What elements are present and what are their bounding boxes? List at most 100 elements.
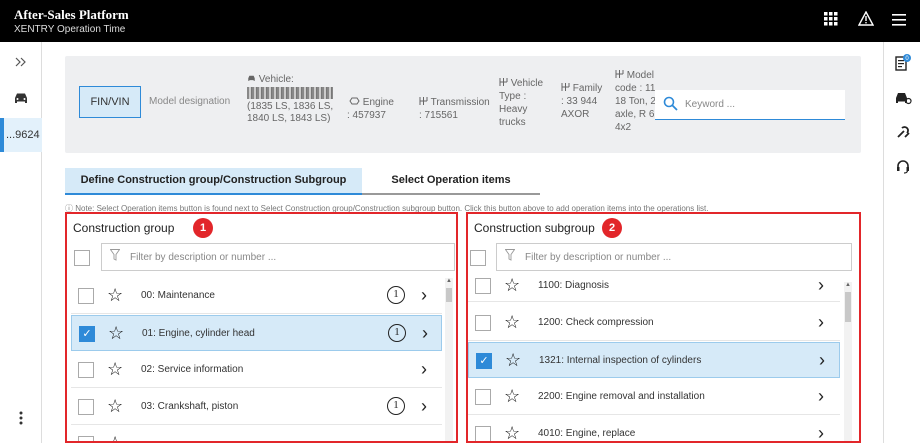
step-badge-2: 2 <box>602 218 622 238</box>
family-value: : 33 944 AXOR <box>561 96 598 120</box>
info-icon[interactable]: 1 <box>387 286 405 304</box>
filter-icon <box>504 249 516 264</box>
expand-chevron-icon[interactable] <box>10 52 32 74</box>
vehicle-type-info: Vehicle Type : Heavy trucks <box>499 77 551 129</box>
list-item[interactable]: ☆ 2200: Engine removal and installation … <box>468 379 840 415</box>
list-item[interactable]: ☆ <box>71 426 442 441</box>
row-checkbox[interactable] <box>475 278 491 294</box>
chevron-right-icon[interactable]: › <box>818 312 824 332</box>
row-checkbox[interactable] <box>78 436 94 441</box>
scroll-thumb[interactable] <box>446 288 452 302</box>
row-checkbox[interactable]: ✓ <box>79 326 95 342</box>
scroll-thumb[interactable] <box>845 292 851 322</box>
notification-list-icon[interactable]: 0 <box>892 54 914 76</box>
list-item[interactable]: ☆ 1200: Check compression › <box>468 305 840 341</box>
select-all-checkbox[interactable] <box>470 250 486 266</box>
list-item-label: 03: Crankshaft, piston <box>141 401 239 412</box>
construction-group-title: Construction group <box>73 221 175 235</box>
row-checkbox[interactable]: ✓ <box>476 353 492 369</box>
list-item[interactable]: ✓ ☆ 01: Engine, cylinder head 1 › <box>71 315 442 351</box>
favorite-star-icon[interactable]: ☆ <box>107 359 123 379</box>
favorite-star-icon[interactable]: ☆ <box>107 396 123 416</box>
scroll-up-icon[interactable]: ▲ <box>445 278 453 284</box>
list-item[interactable]: ☆ 4010: Engine, replace › <box>468 416 840 441</box>
top-bar: After-Sales Platform XENTRY Operation Ti… <box>0 0 920 42</box>
favorite-star-icon[interactable]: ☆ <box>107 285 123 305</box>
favorite-star-icon[interactable]: ☆ <box>504 275 520 295</box>
main-content: FIN/VIN Model designation Vehicle: (1835… <box>43 42 883 443</box>
tools-icon[interactable] <box>892 124 914 146</box>
app-title: After-Sales Platform <box>14 7 129 22</box>
filter-input[interactable]: Filter by description or number ... <box>525 252 671 263</box>
tab-define-construction-group[interactable]: Define Construction group/Construction S… <box>65 168 362 195</box>
info-icon[interactable]: 1 <box>387 397 405 415</box>
list-item[interactable]: ☆ 1100: Diagnosis › <box>468 272 840 302</box>
row-checkbox[interactable] <box>78 362 94 378</box>
chevron-right-icon[interactable]: › <box>421 359 427 379</box>
redacted-vehicle-name <box>247 87 333 99</box>
search-input[interactable]: Keyword ... <box>685 99 735 110</box>
favorite-star-icon[interactable]: ☆ <box>505 350 521 370</box>
tab-select-operation-items[interactable]: Select Operation items <box>362 168 540 195</box>
vehicle-label: Vehicle: <box>258 74 294 85</box>
list-item-label: 4010: Engine, replace <box>538 428 636 439</box>
select-all-checkbox[interactable] <box>74 250 90 266</box>
list-item-label: 1321: Internal inspection of cylinders <box>539 355 702 366</box>
vehicle-info-bar: FIN/VIN Model designation Vehicle: (1835… <box>65 56 861 153</box>
construction-group-panel: Construction group 1 Filter by descripti… <box>65 212 458 443</box>
chevron-right-icon[interactable]: › <box>421 396 427 416</box>
construction-subgroup-filter[interactable]: Filter by description or number ... <box>496 243 852 271</box>
engine-label: Engine <box>362 97 394 108</box>
apps-grid-icon[interactable] <box>820 10 842 32</box>
list-item[interactable]: ✓ ☆ 1321: Internal inspection of cylinde… <box>468 342 840 378</box>
scrollbar[interactable]: ▲ <box>445 278 453 441</box>
info-icon[interactable]: 1 <box>388 324 406 342</box>
vin-tab[interactable]: ...9624 <box>0 118 42 152</box>
vehicle-models: (1835 LS, 1836 LS, 1840 LS, 1843 LS) <box>247 101 334 124</box>
row-checkbox[interactable] <box>475 315 491 331</box>
transmission-icon <box>419 97 431 108</box>
scroll-up-icon[interactable]: ▲ <box>844 282 852 288</box>
keyword-search[interactable]: Keyword ... <box>655 90 845 120</box>
scrollbar[interactable]: ▲ <box>844 282 852 441</box>
chevron-right-icon[interactable]: › <box>819 350 825 370</box>
model-code-value: 18 Ton, 2-axle, R 6, 4x2 <box>615 96 660 133</box>
favorite-star-icon[interactable]: ☆ <box>107 433 123 441</box>
transmission-info: Transmission : 715561 <box>419 96 505 122</box>
chevron-right-icon[interactable]: › <box>818 275 824 295</box>
search-icon <box>663 96 679 112</box>
favorite-star-icon[interactable]: ☆ <box>504 312 520 332</box>
row-checkbox[interactable] <box>78 288 94 304</box>
model-designation-button[interactable]: Model designation <box>149 96 230 107</box>
vehicle-type-value: Heavy trucks <box>499 104 528 128</box>
support-headset-icon[interactable] <box>892 158 914 180</box>
vehicle-info: Vehicle: (1835 LS, 1836 LS, 1840 LS, 184… <box>247 74 357 125</box>
menu-icon[interactable] <box>888 10 910 32</box>
row-checkbox[interactable] <box>78 399 94 415</box>
list-item-label: 01: Engine, cylinder head <box>142 328 255 339</box>
filter-icon <box>109 249 121 264</box>
vehicle-settings-icon[interactable] <box>892 90 914 112</box>
fin-vin-button[interactable]: FIN/VIN <box>79 86 141 118</box>
step-badge-1: 1 <box>193 218 213 238</box>
tab-bar: Define Construction group/Construction S… <box>65 168 541 195</box>
list-item[interactable]: ☆ 03: Crankshaft, piston 1 › <box>71 389 442 425</box>
chevron-right-icon[interactable]: › <box>818 386 824 406</box>
engine-value: : 457937 <box>347 110 386 121</box>
vehicle-icon[interactable] <box>10 90 32 112</box>
list-item[interactable]: ☆ 00: Maintenance 1 › <box>71 278 442 314</box>
warning-icon[interactable] <box>855 10 877 32</box>
chevron-right-icon[interactable]: › <box>818 423 824 441</box>
favorite-star-icon[interactable]: ☆ <box>504 423 520 441</box>
more-options-icon[interactable] <box>10 410 32 432</box>
chevron-right-icon[interactable]: › <box>422 323 428 343</box>
chevron-right-icon[interactable]: › <box>421 285 427 305</box>
favorite-star-icon[interactable]: ☆ <box>504 386 520 406</box>
filter-input[interactable]: Filter by description or number ... <box>130 252 276 263</box>
construction-group-filter[interactable]: Filter by description or number ... <box>101 243 455 271</box>
favorite-star-icon[interactable]: ☆ <box>108 323 124 343</box>
construction-subgroup-panel: Construction subgroup 2 Filter by descri… <box>466 212 861 443</box>
row-checkbox[interactable] <box>475 426 491 441</box>
row-checkbox[interactable] <box>475 389 491 405</box>
list-item[interactable]: ☆ 02: Service information › <box>71 352 442 388</box>
